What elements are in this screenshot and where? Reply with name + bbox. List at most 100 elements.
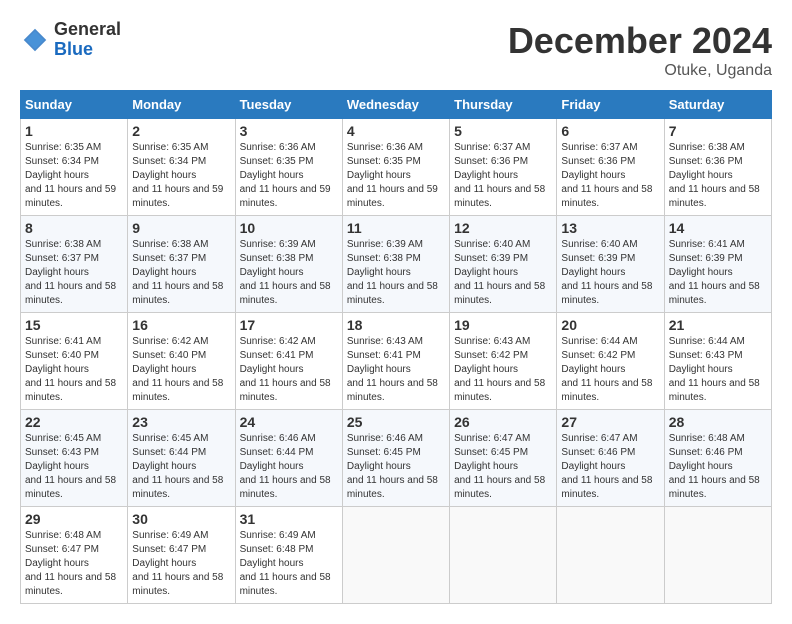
day-info: Sunrise: 6:36 AM Sunset: 6:35 PM Dayligh… [347, 141, 445, 211]
day-number: 1 [25, 123, 123, 139]
day-info: Sunrise: 6:39 AM Sunset: 6:38 PM Dayligh… [240, 238, 338, 308]
day-number: 17 [240, 317, 338, 333]
day-number: 7 [669, 123, 767, 139]
logo-text: General Blue [54, 20, 121, 60]
day-info: Sunrise: 6:37 AM Sunset: 6:36 PM Dayligh… [454, 141, 552, 211]
calendar-day-cell: 29 Sunrise: 6:48 AM Sunset: 6:47 PM Dayl… [21, 507, 128, 604]
calendar-day-cell: 24 Sunrise: 6:46 AM Sunset: 6:44 PM Dayl… [235, 410, 342, 507]
day-info: Sunrise: 6:43 AM Sunset: 6:42 PM Dayligh… [454, 335, 552, 405]
calendar-day-cell: 19 Sunrise: 6:43 AM Sunset: 6:42 PM Dayl… [450, 313, 557, 410]
day-number: 18 [347, 317, 445, 333]
day-info: Sunrise: 6:43 AM Sunset: 6:41 PM Dayligh… [347, 335, 445, 405]
calendar-day-cell [342, 507, 449, 604]
day-number: 31 [240, 511, 338, 527]
calendar-day-cell: 15 Sunrise: 6:41 AM Sunset: 6:40 PM Dayl… [21, 313, 128, 410]
calendar-week-row: 8 Sunrise: 6:38 AM Sunset: 6:37 PM Dayli… [21, 216, 772, 313]
calendar-day-cell: 2 Sunrise: 6:35 AM Sunset: 6:34 PM Dayli… [128, 119, 235, 216]
calendar-day-cell [450, 507, 557, 604]
logo: General Blue [20, 20, 121, 60]
calendar-day-cell: 28 Sunrise: 6:48 AM Sunset: 6:46 PM Dayl… [664, 410, 771, 507]
day-number: 25 [347, 414, 445, 430]
day-info: Sunrise: 6:37 AM Sunset: 6:36 PM Dayligh… [561, 141, 659, 211]
day-number: 5 [454, 123, 552, 139]
day-number: 13 [561, 220, 659, 236]
day-of-week-header: Tuesday [235, 91, 342, 119]
calendar-table: SundayMondayTuesdayWednesdayThursdayFrid… [20, 90, 772, 604]
day-info: Sunrise: 6:49 AM Sunset: 6:47 PM Dayligh… [132, 529, 230, 599]
day-number: 15 [25, 317, 123, 333]
day-number: 19 [454, 317, 552, 333]
day-number: 2 [132, 123, 230, 139]
calendar-day-cell: 26 Sunrise: 6:47 AM Sunset: 6:45 PM Dayl… [450, 410, 557, 507]
calendar-day-cell: 7 Sunrise: 6:38 AM Sunset: 6:36 PM Dayli… [664, 119, 771, 216]
day-info: Sunrise: 6:38 AM Sunset: 6:37 PM Dayligh… [132, 238, 230, 308]
calendar-day-cell: 31 Sunrise: 6:49 AM Sunset: 6:48 PM Dayl… [235, 507, 342, 604]
calendar-day-cell: 10 Sunrise: 6:39 AM Sunset: 6:38 PM Dayl… [235, 216, 342, 313]
day-info: Sunrise: 6:44 AM Sunset: 6:43 PM Dayligh… [669, 335, 767, 405]
calendar-day-cell: 23 Sunrise: 6:45 AM Sunset: 6:44 PM Dayl… [128, 410, 235, 507]
calendar-day-cell: 22 Sunrise: 6:45 AM Sunset: 6:43 PM Dayl… [21, 410, 128, 507]
calendar-day-cell: 1 Sunrise: 6:35 AM Sunset: 6:34 PM Dayli… [21, 119, 128, 216]
day-of-week-header: Wednesday [342, 91, 449, 119]
calendar-day-cell: 18 Sunrise: 6:43 AM Sunset: 6:41 PM Dayl… [342, 313, 449, 410]
day-number: 10 [240, 220, 338, 236]
day-number: 21 [669, 317, 767, 333]
day-number: 3 [240, 123, 338, 139]
day-info: Sunrise: 6:41 AM Sunset: 6:39 PM Dayligh… [669, 238, 767, 308]
day-number: 6 [561, 123, 659, 139]
calendar-day-cell: 14 Sunrise: 6:41 AM Sunset: 6:39 PM Dayl… [664, 216, 771, 313]
day-of-week-header: Friday [557, 91, 664, 119]
day-of-week-header: Thursday [450, 91, 557, 119]
day-number: 22 [25, 414, 123, 430]
calendar-week-row: 29 Sunrise: 6:48 AM Sunset: 6:47 PM Dayl… [21, 507, 772, 604]
day-info: Sunrise: 6:48 AM Sunset: 6:46 PM Dayligh… [669, 432, 767, 502]
calendar-week-row: 1 Sunrise: 6:35 AM Sunset: 6:34 PM Dayli… [21, 119, 772, 216]
calendar-week-row: 22 Sunrise: 6:45 AM Sunset: 6:43 PM Dayl… [21, 410, 772, 507]
day-number: 29 [25, 511, 123, 527]
month-title: December 2024 [508, 20, 772, 62]
title-block: December 2024 Otuke, Uganda [508, 20, 772, 80]
calendar-day-cell: 11 Sunrise: 6:39 AM Sunset: 6:38 PM Dayl… [342, 216, 449, 313]
day-number: 14 [669, 220, 767, 236]
day-number: 20 [561, 317, 659, 333]
calendar-day-cell [557, 507, 664, 604]
day-info: Sunrise: 6:36 AM Sunset: 6:35 PM Dayligh… [240, 141, 338, 211]
day-info: Sunrise: 6:42 AM Sunset: 6:40 PM Dayligh… [132, 335, 230, 405]
day-info: Sunrise: 6:46 AM Sunset: 6:44 PM Dayligh… [240, 432, 338, 502]
calendar-day-cell: 25 Sunrise: 6:46 AM Sunset: 6:45 PM Dayl… [342, 410, 449, 507]
day-info: Sunrise: 6:47 AM Sunset: 6:46 PM Dayligh… [561, 432, 659, 502]
day-info: Sunrise: 6:38 AM Sunset: 6:37 PM Dayligh… [25, 238, 123, 308]
location: Otuke, Uganda [508, 62, 772, 80]
day-number: 26 [454, 414, 552, 430]
day-info: Sunrise: 6:35 AM Sunset: 6:34 PM Dayligh… [25, 141, 123, 211]
day-info: Sunrise: 6:38 AM Sunset: 6:36 PM Dayligh… [669, 141, 767, 211]
day-info: Sunrise: 6:44 AM Sunset: 6:42 PM Dayligh… [561, 335, 659, 405]
calendar-header-row: SundayMondayTuesdayWednesdayThursdayFrid… [21, 91, 772, 119]
day-info: Sunrise: 6:39 AM Sunset: 6:38 PM Dayligh… [347, 238, 445, 308]
calendar-day-cell: 30 Sunrise: 6:49 AM Sunset: 6:47 PM Dayl… [128, 507, 235, 604]
day-info: Sunrise: 6:47 AM Sunset: 6:45 PM Dayligh… [454, 432, 552, 502]
calendar-day-cell: 5 Sunrise: 6:37 AM Sunset: 6:36 PM Dayli… [450, 119, 557, 216]
day-number: 27 [561, 414, 659, 430]
logo-icon [20, 25, 50, 55]
day-number: 28 [669, 414, 767, 430]
day-info: Sunrise: 6:48 AM Sunset: 6:47 PM Dayligh… [25, 529, 123, 599]
page-header: General Blue December 2024 Otuke, Uganda [20, 20, 772, 80]
day-info: Sunrise: 6:45 AM Sunset: 6:43 PM Dayligh… [25, 432, 123, 502]
logo-general: General [54, 19, 121, 39]
calendar-day-cell: 6 Sunrise: 6:37 AM Sunset: 6:36 PM Dayli… [557, 119, 664, 216]
calendar-day-cell: 4 Sunrise: 6:36 AM Sunset: 6:35 PM Dayli… [342, 119, 449, 216]
day-number: 12 [454, 220, 552, 236]
day-number: 8 [25, 220, 123, 236]
day-number: 24 [240, 414, 338, 430]
day-number: 11 [347, 220, 445, 236]
day-number: 4 [347, 123, 445, 139]
calendar-day-cell: 9 Sunrise: 6:38 AM Sunset: 6:37 PM Dayli… [128, 216, 235, 313]
day-info: Sunrise: 6:49 AM Sunset: 6:48 PM Dayligh… [240, 529, 338, 599]
calendar-day-cell: 16 Sunrise: 6:42 AM Sunset: 6:40 PM Dayl… [128, 313, 235, 410]
day-number: 9 [132, 220, 230, 236]
day-info: Sunrise: 6:41 AM Sunset: 6:40 PM Dayligh… [25, 335, 123, 405]
day-info: Sunrise: 6:46 AM Sunset: 6:45 PM Dayligh… [347, 432, 445, 502]
calendar-day-cell: 17 Sunrise: 6:42 AM Sunset: 6:41 PM Dayl… [235, 313, 342, 410]
calendar-day-cell: 21 Sunrise: 6:44 AM Sunset: 6:43 PM Dayl… [664, 313, 771, 410]
